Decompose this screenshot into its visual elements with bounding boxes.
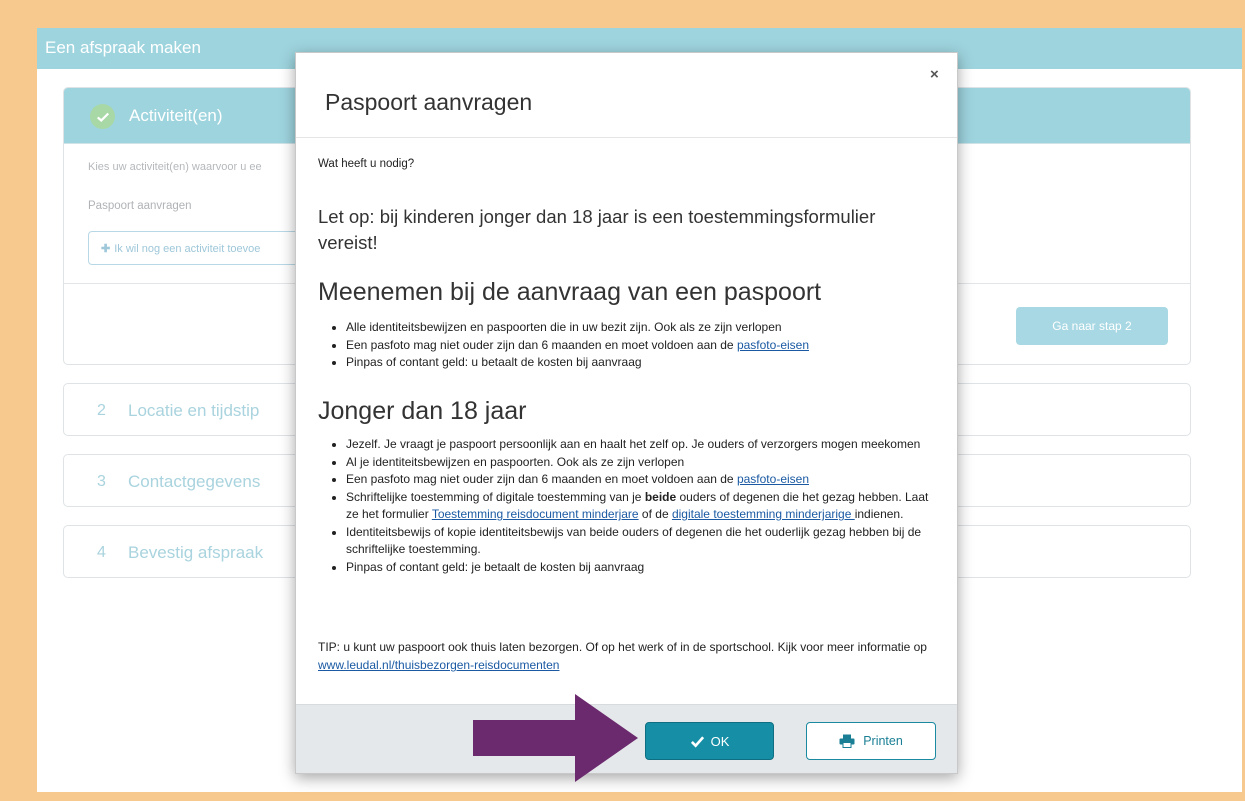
pasfoto-link[interactable]: pasfoto-eisen bbox=[737, 338, 809, 352]
add-activity-button[interactable]: ✚ Ik wil nog een activiteit toevoe bbox=[88, 231, 328, 265]
consent-form-link[interactable]: Toestemming reisdocument minderjare bbox=[432, 507, 639, 521]
digital-consent-link[interactable]: digitale toestemming minderjarige bbox=[672, 507, 855, 521]
list-item: Identiteitsbewijs of kopie identiteitsbe… bbox=[346, 524, 930, 559]
list-item: Al je identiteitsbewijzen en paspoorten.… bbox=[346, 454, 930, 472]
step-number: 4 bbox=[97, 544, 106, 561]
print-button[interactable]: Printen bbox=[806, 722, 936, 760]
list-item: Alle identiteitsbewijzen en paspoorten d… bbox=[346, 319, 930, 337]
next-step-button[interactable]: Ga naar stap 2 bbox=[1016, 307, 1168, 345]
step-number: 3 bbox=[97, 473, 106, 490]
list-item: Een pasfoto mag niet ouder zijn dan 6 ma… bbox=[346, 337, 930, 355]
printer-icon bbox=[839, 734, 855, 748]
passport-modal: Paspoort aanvragen × Wat heeft u nodig? … bbox=[295, 52, 958, 774]
list-item: Jezelf. Je vraagt je paspoort persoonlij… bbox=[346, 436, 930, 454]
modal-question: Wat heeft u nodig? bbox=[318, 158, 415, 170]
section-heading-under18: Jonger dan 18 jaar bbox=[318, 397, 527, 425]
section-heading-bring: Meenemen bij de aanvraag van een paspoor… bbox=[318, 278, 822, 306]
under18-list: Jezelf. Je vraagt je paspoort persoonlij… bbox=[340, 436, 930, 576]
list-item: Pinpas of contant geld: u betaalt de kos… bbox=[346, 354, 930, 372]
check-icon bbox=[90, 104, 115, 129]
modal-header: Paspoort aanvragen × bbox=[296, 53, 957, 138]
ok-label: OK bbox=[710, 733, 730, 749]
step-label: Contactgegevens bbox=[128, 472, 261, 491]
close-icon[interactable]: × bbox=[930, 66, 939, 83]
list-item: Schriftelijke toestemming of digitale to… bbox=[346, 489, 930, 524]
checkmark-icon bbox=[690, 735, 704, 748]
list-item: Pinpas of contant geld: je betaalt de ko… bbox=[346, 559, 930, 577]
list-item: Een pasfoto mag niet ouder zijn dan 6 ma… bbox=[346, 471, 930, 489]
print-label: Printen bbox=[863, 734, 903, 748]
step-label: Bevestig afspraak bbox=[128, 543, 264, 562]
ok-button[interactable]: OK bbox=[645, 722, 774, 760]
add-activity-label: Ik wil nog een activiteit toevoe bbox=[114, 243, 261, 255]
arrow-pointer-icon bbox=[473, 694, 638, 782]
step-number: 2 bbox=[97, 402, 106, 419]
pasfoto-link[interactable]: pasfoto-eisen bbox=[737, 472, 809, 486]
selected-activity: Paspoort aanvragen bbox=[88, 200, 192, 212]
modal-title: Paspoort aanvragen bbox=[325, 89, 533, 115]
notice-text: Let op: bij kinderen jonger dan 18 jaar … bbox=[318, 206, 876, 253]
plus-icon: ✚ bbox=[101, 243, 111, 255]
home-delivery-link[interactable]: www.leudal.nl/thuisbezorgen-reisdocument… bbox=[318, 658, 559, 672]
step-activities-title: Activiteit(en) bbox=[129, 106, 223, 125]
tip-text: TIP: u kunt uw paspoort ook thuis laten … bbox=[318, 640, 927, 672]
step-label: Locatie en tijdstip bbox=[128, 401, 260, 420]
step-hint: Kies uw activiteit(en) waarvoor u ee bbox=[88, 161, 262, 173]
bring-list: Alle identiteitsbewijzen en paspoorten d… bbox=[340, 319, 930, 372]
app-title: Een afspraak maken bbox=[45, 38, 201, 57]
